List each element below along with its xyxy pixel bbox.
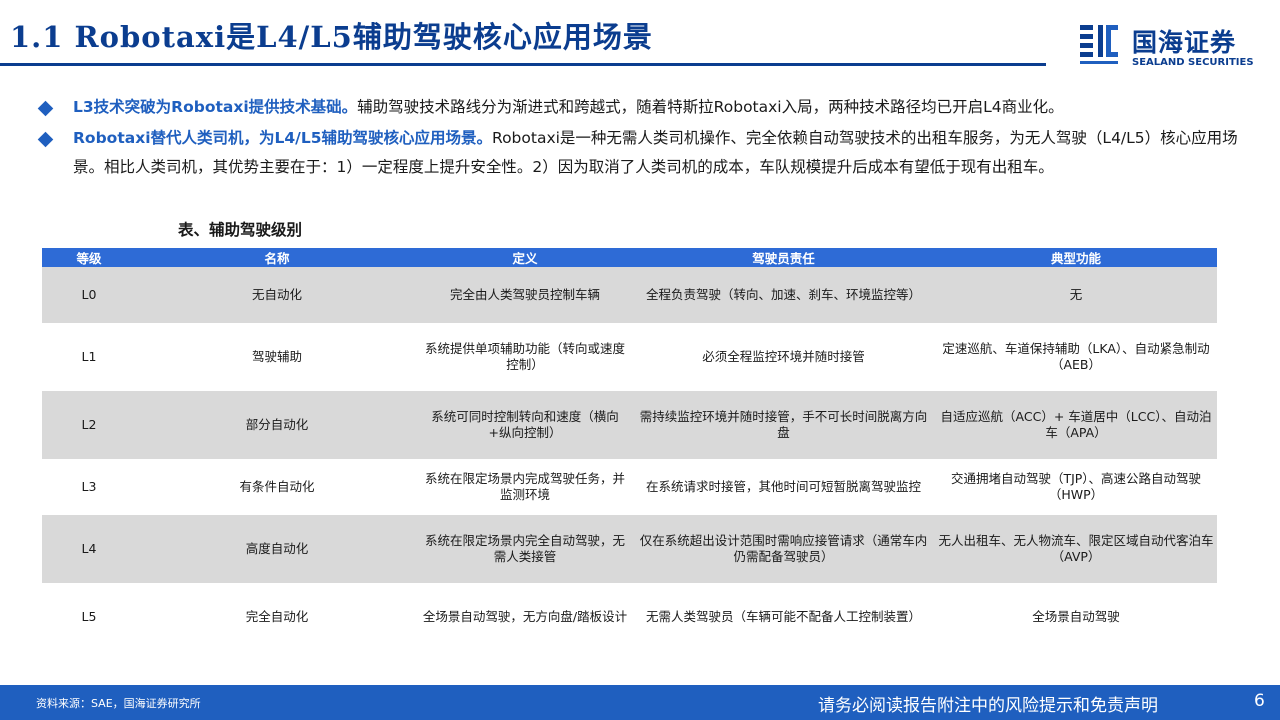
table-row: L1 驾驶辅助 系统提供单项辅助功能（转向或速度控制） 必须全程监控环境并随时接… [42,323,1217,391]
sealand-logo-icon [1080,25,1118,64]
bullet-item: L3技术突破为Robotaxi提供技术基础。辅助驾驶技术路线分为渐进式和跨越式，… [37,93,1250,122]
cell-driver-duty: 无需人类驾驶员（车辆可能不配备人工控制装置） [645,609,921,624]
cell-name: 高度自动化 [136,515,418,583]
table-row: L4 高度自动化 系统在限定场景内完全自动驾驶，无需人类接管 仅在系统超出设计范… [42,515,1217,583]
bullet-list: L3技术突破为Robotaxi提供技术基础。辅助驾驶技术路线分为渐进式和跨越式，… [37,93,1250,184]
header-driver-duty: 驾驶员责任 [632,248,935,267]
page-number: 6 [1254,691,1265,711]
logo-english-name: SEALAND SECURITIES [1132,57,1254,68]
diamond-bullet-icon [37,100,54,117]
cell-name: 部分自动化 [136,391,418,459]
cell-definition: 系统在限定场景内完成驾驶任务，并监测环境 [424,471,625,502]
table-row: L3 有条件自动化 系统在限定场景内完成驾驶任务，并监测环境 在系统请求时接管，… [42,459,1217,515]
cell-functions: 无人出租车、无人物流车、限定区域自动代客泊车（AVP） [935,515,1217,583]
bullet-text: 辅助驾驶技术路线分为渐进式和跨越式，随着特斯拉Robotaxi入局，两种技术路径… [357,98,1064,116]
table-row: L5 完全自动化 全场景自动驾驶，无方向盘/踏板设计 无需人类驾驶员（车辆可能不… [42,583,1217,651]
cell-functions: 自适应巡航（ACC）+ 车道居中（LCC）、自动泊车（APA） [935,391,1217,459]
cell-name: 无自动化 [136,267,418,323]
company-logo: 国海证券 SEALAND SECURITIES [1078,22,1258,72]
cell-level: L1 [81,349,97,364]
cell-functions: 无 [935,267,1217,323]
source-note: 资料来源：SAE，国海证券研究所 [36,697,201,710]
header-functions: 典型功能 [935,248,1217,267]
cell-definition: 全场景自动驾驶，无方向盘/踏板设计 [422,609,628,624]
cell-functions: 交通拥堵自动驾驶（TJP）、高速公路自动驾驶（HWP） [950,471,1202,502]
diamond-bullet-icon [37,131,54,148]
cell-definition: 系统在限定场景内完全自动驾驶，无需人类接管 [418,515,632,583]
disclaimer-text: 请务必阅读报告附注中的风险提示和免责声明 [818,696,1158,716]
cell-driver-duty: 仅在系统超出设计范围时需响应接管请求（通常车内仍需配备驾驶员） [632,515,935,583]
cell-name: 驾驶辅助 [251,349,302,364]
table-row: L0 无自动化 完全由人类驾驶员控制车辆 全程负责驾驶（转向、加速、刹车、环境监… [42,267,1217,323]
cell-level: L5 [81,609,97,624]
cell-functions: 定速巡航、车道保持辅助（LKA）、自动紧急制动（AEB） [942,341,1210,372]
cell-definition: 系统可同时控制转向和速度（横向+纵向控制） [418,391,632,459]
bullet-item: Robotaxi替代人类司机，为L4/L5辅助驾驶核心应用场景。Robotaxi… [37,124,1250,182]
table-header-row: 等级 名称 定义 驾驶员责任 典型功能 [42,248,1217,267]
cell-functions: 全场景自动驾驶 [1032,609,1120,624]
cell-definition: 系统提供单项辅助功能（转向或速度控制） [424,341,625,372]
bullet-lead: Robotaxi替代人类司机，为L4/L5辅助驾驶核心应用场景。 [73,129,492,147]
cell-driver-duty: 全程负责驾驶（转向、加速、刹车、环境监控等） [632,267,935,323]
cell-definition: 完全由人类驾驶员控制车辆 [418,267,632,323]
header-name: 名称 [136,248,418,267]
title-divider [0,63,1046,66]
cell-level: L4 [42,515,136,583]
header-level: 等级 [42,248,136,267]
cell-driver-duty: 需持续监控环境并随时接管，手不可长时间脱离方向盘 [632,391,935,459]
header-definition: 定义 [418,248,632,267]
logo-chinese-name: 国海证券 [1132,28,1237,57]
bullet-lead: L3技术突破为Robotaxi提供技术基础。 [73,98,358,116]
cell-level: L2 [42,391,136,459]
cell-level: L0 [42,267,136,323]
page-title: 1.1 Robotaxi是L4/L5辅助驾驶核心应用场景 [10,20,653,54]
autonomy-levels-table: 等级 名称 定义 驾驶员责任 典型功能 L0 无自动化 完全由人类驾驶员控制车辆… [42,248,1217,651]
footer-bar: 资料来源：SAE，国海证券研究所 请务必阅读报告附注中的风险提示和免责声明 6 [0,685,1280,720]
cell-level: L3 [81,479,97,494]
table-row: L2 部分自动化 系统可同时控制转向和速度（横向+纵向控制） 需持续监控环境并随… [42,391,1217,459]
cell-name: 有条件自动化 [239,479,315,494]
cell-driver-duty: 在系统请求时接管，其他时间可短暂脱离驾驶监控 [645,479,921,494]
cell-driver-duty: 必须全程监控环境并随时接管 [702,349,865,364]
table-caption: 表、辅助驾驶级别 [178,221,303,239]
cell-name: 完全自动化 [245,609,309,624]
